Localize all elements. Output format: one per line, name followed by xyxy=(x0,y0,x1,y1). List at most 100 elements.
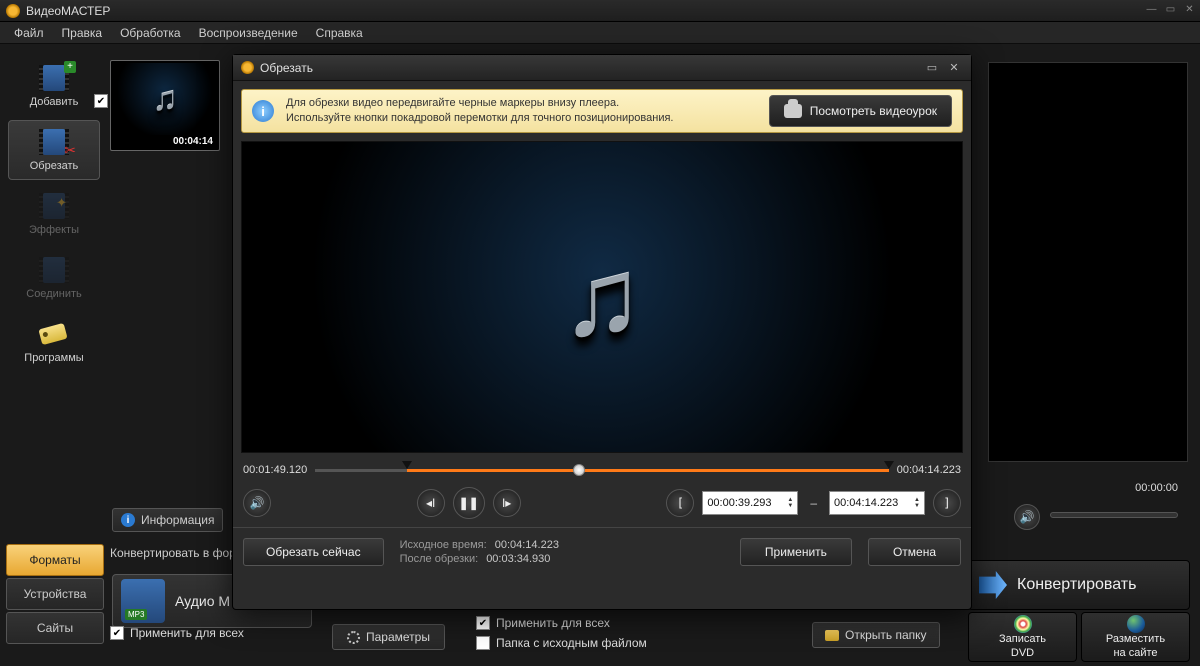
set-out-point-button[interactable]: ] xyxy=(933,489,961,517)
parameters-label: Параметры xyxy=(366,630,430,644)
format-icon: MP3 xyxy=(121,579,165,623)
after-time-value: 00:03:34.930 xyxy=(486,553,550,565)
menu-process[interactable]: Обработка xyxy=(112,24,189,42)
open-folder-button[interactable]: Открыть папку xyxy=(812,622,940,648)
close-icon[interactable]: ✕ xyxy=(1183,3,1196,16)
mp3-badge: MP3 xyxy=(125,609,147,620)
menu-file[interactable]: Файл xyxy=(6,24,52,42)
tutorial-label: Посмотреть видеоурок xyxy=(810,104,937,118)
convert-button[interactable]: Конвертировать xyxy=(968,560,1190,610)
join-icon xyxy=(38,257,70,285)
burn-dvd-label2: DVD xyxy=(1011,647,1034,659)
apply-all-left-label: Применить для всех xyxy=(130,626,244,640)
trim-track[interactable] xyxy=(315,461,889,479)
sidebar-add-label: Добавить xyxy=(30,96,79,108)
sidebar-cut[interactable]: ✂ Обрезать xyxy=(8,120,100,180)
sidebar-add[interactable]: + Добавить xyxy=(8,56,100,116)
main-volume-button[interactable]: 🔊 xyxy=(1014,504,1040,530)
app-logo-icon xyxy=(6,4,20,18)
sidebar-programs[interactable]: Программы xyxy=(8,312,100,372)
src-time-label: Исходное время: xyxy=(400,539,487,551)
convert-label: Конвертировать xyxy=(1017,576,1136,594)
in-down[interactable]: ▼ xyxy=(787,503,793,509)
info-icon: i xyxy=(121,513,135,527)
menu-help[interactable]: Справка xyxy=(308,24,371,42)
burn-dvd-button[interactable]: Записать DVD xyxy=(968,612,1077,662)
info-icon: i xyxy=(252,100,274,122)
trim-marker-end[interactable] xyxy=(884,461,894,479)
dialog-titlebar[interactable]: Обрезать ▭ ✕ xyxy=(233,55,971,81)
sidebar-effects: ✦ Эффекты xyxy=(8,184,100,244)
mid-checkboxes: ✔ Применить для всех Папка с исходным фа… xyxy=(476,616,647,650)
clip-image: ♫ xyxy=(113,63,217,135)
apply-button[interactable]: Применить xyxy=(740,538,852,566)
dialog-close-icon[interactable]: ✕ xyxy=(945,60,963,76)
film-add-icon: + xyxy=(38,65,70,93)
play-pause-button[interactable]: ❚❚ xyxy=(453,487,485,519)
menu-edit[interactable]: Правка xyxy=(54,24,111,42)
playhead[interactable] xyxy=(573,464,585,476)
frame-forward-button[interactable]: I▸ xyxy=(493,489,521,517)
gear-icon xyxy=(347,631,360,644)
publish-label1: Разместить xyxy=(1106,633,1165,645)
tab-formats[interactable]: Форматы xyxy=(6,544,104,576)
publish-label2: на сайте xyxy=(1113,647,1157,659)
sidebar-join-label: Соединить xyxy=(26,288,82,300)
dialog-separator xyxy=(233,527,971,528)
track-selection xyxy=(407,469,889,472)
info-label: Информация xyxy=(141,513,214,527)
src-time-value: 00:04:14.223 xyxy=(495,539,559,551)
effects-icon: ✦ xyxy=(38,193,70,221)
menu-playback[interactable]: Воспроизведение xyxy=(191,24,306,42)
maximize-icon[interactable]: ▭ xyxy=(1164,3,1177,16)
app-title: ВидеоМАСТЕР xyxy=(26,4,110,18)
music-note-icon: ♫ xyxy=(561,234,644,361)
watch-tutorial-button[interactable]: Посмотреть видеоурок xyxy=(769,95,952,127)
dialog-preview: ♫ xyxy=(241,141,963,453)
open-folder-label: Открыть папку xyxy=(845,628,927,642)
globe-icon xyxy=(1124,615,1148,633)
film-cut-icon: ✂ xyxy=(38,129,70,157)
tip-text: Для обрезки видео передвигайте черные ма… xyxy=(286,96,757,126)
in-point-field[interactable]: 00:00:39.293 ▲▼ xyxy=(702,491,798,515)
trim-meta: Исходное время:00:04:14.223 После обрезк… xyxy=(400,539,559,565)
folder-source-label: Папка с исходным файлом xyxy=(496,636,647,650)
folder-source-checkbox[interactable] xyxy=(476,636,490,650)
camera-icon xyxy=(784,104,802,118)
out-point-value: 00:04:14.223 xyxy=(834,497,898,509)
trim-marker-start[interactable] xyxy=(402,461,412,479)
publish-button[interactable]: Разместить на сайте xyxy=(1081,612,1190,662)
dialog-volume-button[interactable]: 🔊 xyxy=(243,489,271,517)
cut-now-button[interactable]: Обрезать сейчас xyxy=(243,538,384,566)
dialog-logo-icon xyxy=(241,61,254,74)
folder-source[interactable]: Папка с исходным файлом xyxy=(476,636,647,650)
minimize-icon[interactable]: — xyxy=(1145,3,1158,16)
apply-all-left[interactable]: ✔ Применить для всех xyxy=(110,626,244,640)
apply-all-mid-label: Применить для всех xyxy=(496,616,610,630)
main-preview-time: 00:00:00 xyxy=(1135,482,1178,494)
apply-all-mid[interactable]: ✔ Применить для всех xyxy=(476,616,647,630)
info-button[interactable]: i Информация xyxy=(112,508,223,532)
set-in-point-button[interactable]: [ xyxy=(666,489,694,517)
tab-devices[interactable]: Устройства xyxy=(6,578,104,610)
out-point-field[interactable]: 00:04:14.223 ▲▼ xyxy=(829,491,925,515)
main-area: + Добавить ✂ Обрезать ✦ Эффекты Соединит… xyxy=(0,44,1200,666)
track-time-left: 00:01:49.120 xyxy=(243,464,307,476)
dialog-tip: i Для обрезки видео передвигайте черные … xyxy=(241,89,963,133)
apply-all-mid-checkbox[interactable]: ✔ xyxy=(476,616,490,630)
cancel-button[interactable]: Отмена xyxy=(868,538,961,566)
clip-thumbnail[interactable]: ✔ ♫ 00:04:14 xyxy=(110,60,220,151)
frame-back-button[interactable]: ◂I xyxy=(417,489,445,517)
main-volume-slider[interactable] xyxy=(1050,512,1178,518)
dialog-minimize-icon[interactable]: ▭ xyxy=(923,60,941,76)
out-down[interactable]: ▼ xyxy=(914,503,920,509)
range-dash: – xyxy=(810,496,817,510)
convert-arrow-icon xyxy=(979,571,1007,599)
parameters-button[interactable]: Параметры xyxy=(332,624,445,650)
sidebar-join: Соединить xyxy=(8,248,100,308)
main-preview xyxy=(988,62,1188,462)
apply-all-left-checkbox[interactable]: ✔ xyxy=(110,626,124,640)
in-point-value: 00:00:39.293 xyxy=(707,497,771,509)
tab-sites[interactable]: Сайты xyxy=(6,612,104,644)
clip-checkbox[interactable]: ✔ xyxy=(94,94,108,108)
